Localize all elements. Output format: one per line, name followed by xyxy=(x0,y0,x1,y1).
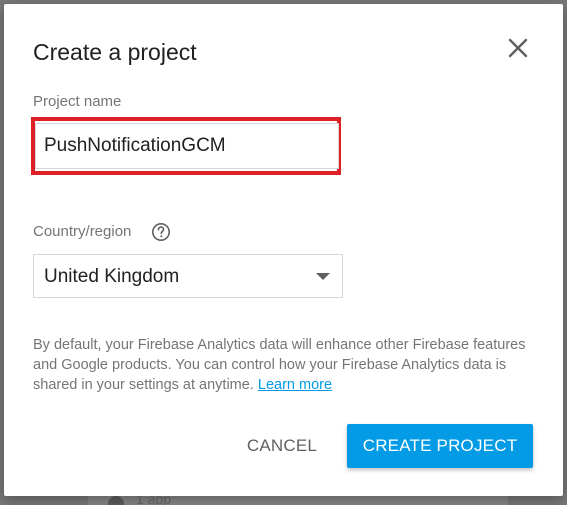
create-project-button[interactable]: CREATE PROJECT xyxy=(347,424,533,468)
cancel-button[interactable]: CANCEL xyxy=(238,425,326,467)
project-name-label: Project name xyxy=(33,93,122,110)
dialog-title: Create a project xyxy=(33,39,197,65)
create-project-dialog: Create a project Project name Country/re… xyxy=(4,4,563,496)
close-button[interactable] xyxy=(504,34,532,62)
country-select-value: United Kingdom xyxy=(44,266,180,287)
dropdown-arrow-icon xyxy=(316,273,330,280)
country-select[interactable]: United Kingdom xyxy=(33,254,343,298)
close-icon xyxy=(508,38,528,58)
background-app-icon xyxy=(108,496,124,505)
country-region-label: Country/region xyxy=(33,223,132,240)
learn-more-link[interactable]: Learn more xyxy=(258,377,332,393)
project-name-input[interactable] xyxy=(35,123,339,169)
help-circle-icon[interactable] xyxy=(151,222,171,242)
analytics-disclaimer: By default, your Firebase Analytics data… xyxy=(33,335,543,395)
